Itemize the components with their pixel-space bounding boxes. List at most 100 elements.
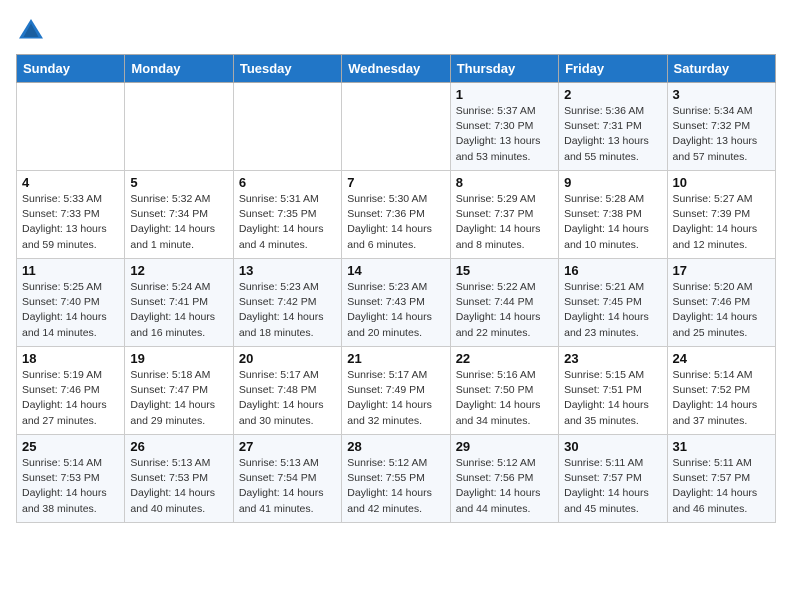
- header-cell-friday: Friday: [559, 55, 667, 83]
- header-cell-thursday: Thursday: [450, 55, 558, 83]
- day-number: 5: [130, 175, 227, 190]
- day-cell: 30 Sunrise: 5:11 AM Sunset: 7:57 PM Dayli…: [559, 435, 667, 523]
- day-info: Sunrise: 5:31 AM Sunset: 7:35 PM Dayligh…: [239, 192, 336, 253]
- day-info: Sunrise: 5:34 AM Sunset: 7:32 PM Dayligh…: [673, 104, 770, 165]
- calendar-header: SundayMondayTuesdayWednesdayThursdayFrid…: [17, 55, 776, 83]
- day-info: Sunrise: 5:28 AM Sunset: 7:38 PM Dayligh…: [564, 192, 661, 253]
- day-cell: [342, 83, 450, 171]
- day-info: Sunrise: 5:29 AM Sunset: 7:37 PM Dayligh…: [456, 192, 553, 253]
- day-cell: 15 Sunrise: 5:22 AM Sunset: 7:44 PM Dayli…: [450, 259, 558, 347]
- day-cell: 25 Sunrise: 5:14 AM Sunset: 7:53 PM Dayli…: [17, 435, 125, 523]
- day-cell: 19 Sunrise: 5:18 AM Sunset: 7:47 PM Dayli…: [125, 347, 233, 435]
- day-info: Sunrise: 5:22 AM Sunset: 7:44 PM Dayligh…: [456, 280, 553, 341]
- day-info: Sunrise: 5:18 AM Sunset: 7:47 PM Dayligh…: [130, 368, 227, 429]
- day-number: 12: [130, 263, 227, 278]
- day-cell: 7 Sunrise: 5:30 AM Sunset: 7:36 PM Daylig…: [342, 171, 450, 259]
- day-info: Sunrise: 5:21 AM Sunset: 7:45 PM Dayligh…: [564, 280, 661, 341]
- day-number: 7: [347, 175, 444, 190]
- header-cell-monday: Monday: [125, 55, 233, 83]
- day-number: 31: [673, 439, 770, 454]
- day-cell: 18 Sunrise: 5:19 AM Sunset: 7:46 PM Dayli…: [17, 347, 125, 435]
- day-info: Sunrise: 5:25 AM Sunset: 7:40 PM Dayligh…: [22, 280, 119, 341]
- day-cell: 13 Sunrise: 5:23 AM Sunset: 7:42 PM Dayli…: [233, 259, 341, 347]
- day-number: 14: [347, 263, 444, 278]
- day-cell: 8Sunrise: 5:29 AM Sunset: 7:37 PM Daylig…: [450, 171, 558, 259]
- week-row-3: 11 Sunrise: 5:25 AM Sunset: 7:40 PM Dayli…: [17, 259, 776, 347]
- day-cell: 20Sunrise: 5:17 AM Sunset: 7:48 PM Dayli…: [233, 347, 341, 435]
- day-number: 15: [456, 263, 553, 278]
- day-info: Sunrise: 5:20 AM Sunset: 7:46 PM Dayligh…: [673, 280, 770, 341]
- day-cell: 11 Sunrise: 5:25 AM Sunset: 7:40 PM Dayli…: [17, 259, 125, 347]
- day-cell: 21 Sunrise: 5:17 AM Sunset: 7:49 PM Dayli…: [342, 347, 450, 435]
- day-number: 17: [673, 263, 770, 278]
- day-cell: 28 Sunrise: 5:12 AM Sunset: 7:55 PM Dayli…: [342, 435, 450, 523]
- day-number: 19: [130, 351, 227, 366]
- day-number: 11: [22, 263, 119, 278]
- day-cell: 24 Sunrise: 5:14 AM Sunset: 7:52 PM Dayli…: [667, 347, 775, 435]
- day-cell: 2Sunrise: 5:36 AM Sunset: 7:31 PM Daylig…: [559, 83, 667, 171]
- day-cell: [125, 83, 233, 171]
- header-cell-sunday: Sunday: [17, 55, 125, 83]
- day-cell: [233, 83, 341, 171]
- day-info: Sunrise: 5:14 AM Sunset: 7:52 PM Dayligh…: [673, 368, 770, 429]
- day-cell: 27Sunrise: 5:13 AM Sunset: 7:54 PM Dayli…: [233, 435, 341, 523]
- day-number: 22: [456, 351, 553, 366]
- day-info: Sunrise: 5:11 AM Sunset: 7:57 PM Dayligh…: [673, 456, 770, 517]
- header-row: SundayMondayTuesdayWednesdayThursdayFrid…: [17, 55, 776, 83]
- day-number: 23: [564, 351, 661, 366]
- day-info: Sunrise: 5:12 AM Sunset: 7:56 PM Dayligh…: [456, 456, 553, 517]
- day-info: Sunrise: 5:11 AM Sunset: 7:57 PM Dayligh…: [564, 456, 661, 517]
- logo-icon: [16, 16, 46, 46]
- calendar-table: SundayMondayTuesdayWednesdayThursdayFrid…: [16, 54, 776, 523]
- day-cell: 16 Sunrise: 5:21 AM Sunset: 7:45 PM Dayli…: [559, 259, 667, 347]
- week-row-2: 4 Sunrise: 5:33 AM Sunset: 7:33 PM Daylig…: [17, 171, 776, 259]
- day-cell: 10 Sunrise: 5:27 AM Sunset: 7:39 PM Dayli…: [667, 171, 775, 259]
- day-number: 28: [347, 439, 444, 454]
- week-row-5: 25 Sunrise: 5:14 AM Sunset: 7:53 PM Dayli…: [17, 435, 776, 523]
- day-cell: 12Sunrise: 5:24 AM Sunset: 7:41 PM Dayli…: [125, 259, 233, 347]
- day-number: 24: [673, 351, 770, 366]
- day-cell: 31 Sunrise: 5:11 AM Sunset: 7:57 PM Dayli…: [667, 435, 775, 523]
- day-info: Sunrise: 5:17 AM Sunset: 7:49 PM Dayligh…: [347, 368, 444, 429]
- day-info: Sunrise: 5:23 AM Sunset: 7:43 PM Dayligh…: [347, 280, 444, 341]
- day-number: 1: [456, 87, 553, 102]
- day-number: 13: [239, 263, 336, 278]
- day-number: 4: [22, 175, 119, 190]
- header-cell-wednesday: Wednesday: [342, 55, 450, 83]
- day-number: 21: [347, 351, 444, 366]
- day-number: 16: [564, 263, 661, 278]
- day-cell: 6 Sunrise: 5:31 AM Sunset: 7:35 PM Daylig…: [233, 171, 341, 259]
- page-header: [16, 16, 776, 46]
- header-cell-saturday: Saturday: [667, 55, 775, 83]
- header-cell-tuesday: Tuesday: [233, 55, 341, 83]
- day-cell: 4 Sunrise: 5:33 AM Sunset: 7:33 PM Daylig…: [17, 171, 125, 259]
- day-info: Sunrise: 5:36 AM Sunset: 7:31 PM Dayligh…: [564, 104, 661, 165]
- day-info: Sunrise: 5:13 AM Sunset: 7:53 PM Dayligh…: [130, 456, 227, 517]
- day-cell: [17, 83, 125, 171]
- day-info: Sunrise: 5:12 AM Sunset: 7:55 PM Dayligh…: [347, 456, 444, 517]
- day-number: 30: [564, 439, 661, 454]
- day-cell: 29Sunrise: 5:12 AM Sunset: 7:56 PM Dayli…: [450, 435, 558, 523]
- day-cell: 26 Sunrise: 5:13 AM Sunset: 7:53 PM Dayli…: [125, 435, 233, 523]
- day-info: Sunrise: 5:14 AM Sunset: 7:53 PM Dayligh…: [22, 456, 119, 517]
- logo: [16, 16, 50, 46]
- day-cell: 1 Sunrise: 5:37 AM Sunset: 7:30 PM Daylig…: [450, 83, 558, 171]
- day-info: Sunrise: 5:27 AM Sunset: 7:39 PM Dayligh…: [673, 192, 770, 253]
- day-cell: 3Sunrise: 5:34 AM Sunset: 7:32 PM Daylig…: [667, 83, 775, 171]
- day-info: Sunrise: 5:19 AM Sunset: 7:46 PM Dayligh…: [22, 368, 119, 429]
- day-cell: 14 Sunrise: 5:23 AM Sunset: 7:43 PM Dayli…: [342, 259, 450, 347]
- day-number: 6: [239, 175, 336, 190]
- day-number: 25: [22, 439, 119, 454]
- day-number: 20: [239, 351, 336, 366]
- day-info: Sunrise: 5:23 AM Sunset: 7:42 PM Dayligh…: [239, 280, 336, 341]
- day-number: 10: [673, 175, 770, 190]
- day-info: Sunrise: 5:32 AM Sunset: 7:34 PM Dayligh…: [130, 192, 227, 253]
- day-info: Sunrise: 5:30 AM Sunset: 7:36 PM Dayligh…: [347, 192, 444, 253]
- day-number: 26: [130, 439, 227, 454]
- day-number: 18: [22, 351, 119, 366]
- day-number: 27: [239, 439, 336, 454]
- day-cell: 5 Sunrise: 5:32 AM Sunset: 7:34 PM Daylig…: [125, 171, 233, 259]
- day-info: Sunrise: 5:33 AM Sunset: 7:33 PM Dayligh…: [22, 192, 119, 253]
- day-cell: 9Sunrise: 5:28 AM Sunset: 7:38 PM Daylig…: [559, 171, 667, 259]
- day-info: Sunrise: 5:37 AM Sunset: 7:30 PM Dayligh…: [456, 104, 553, 165]
